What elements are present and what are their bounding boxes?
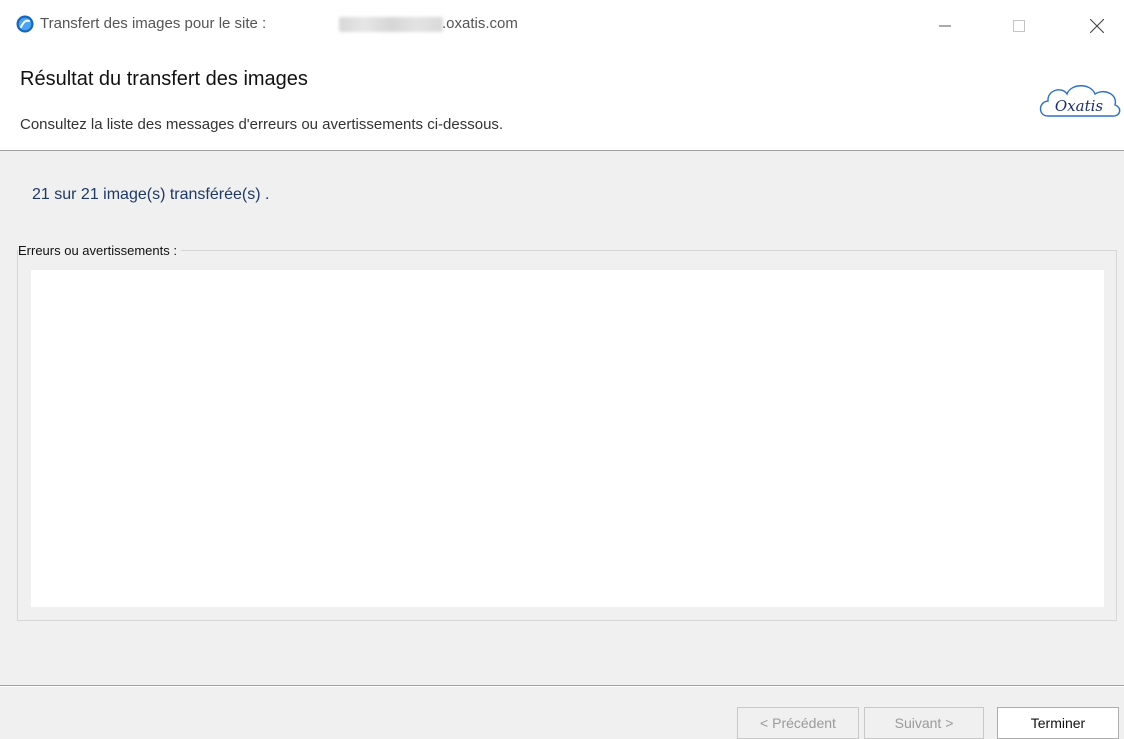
errors-message-list[interactable] [31, 270, 1104, 607]
errors-groupbox-label: Erreurs ou avertissements : [18, 243, 181, 258]
minimize-button[interactable] [922, 0, 968, 52]
previous-button[interactable]: < Précédent [737, 707, 859, 739]
window-title-prefix: Transfert des images pour le site : [40, 15, 267, 32]
minimize-icon [939, 25, 951, 27]
transfer-status: 21 sur 21 image(s) transférée(s) . [32, 186, 270, 203]
svg-text:Oxatis: Oxatis [1055, 97, 1104, 115]
window-title-suffix: .oxatis.com [442, 15, 518, 32]
maximize-button[interactable] [996, 0, 1042, 52]
oxatis-logo: Oxatis [1039, 85, 1121, 117]
title-bar: Transfert des images pour le site : .oxa… [0, 0, 1124, 52]
maximize-icon [1013, 20, 1025, 32]
redacted-site-name [339, 17, 443, 32]
footer-divider [0, 685, 1124, 687]
page-title: Résultat du transfert des images [20, 68, 308, 90]
next-button[interactable]: Suivant > [864, 707, 984, 739]
close-icon [1090, 19, 1104, 33]
oxatis-app-icon [16, 15, 34, 33]
wizard-header: Résultat du transfert des images Consult… [0, 52, 1124, 151]
close-button[interactable] [1074, 0, 1120, 52]
finish-button[interactable]: Terminer [997, 707, 1119, 739]
page-subtitle: Consultez la liste des messages d'erreur… [20, 116, 504, 133]
